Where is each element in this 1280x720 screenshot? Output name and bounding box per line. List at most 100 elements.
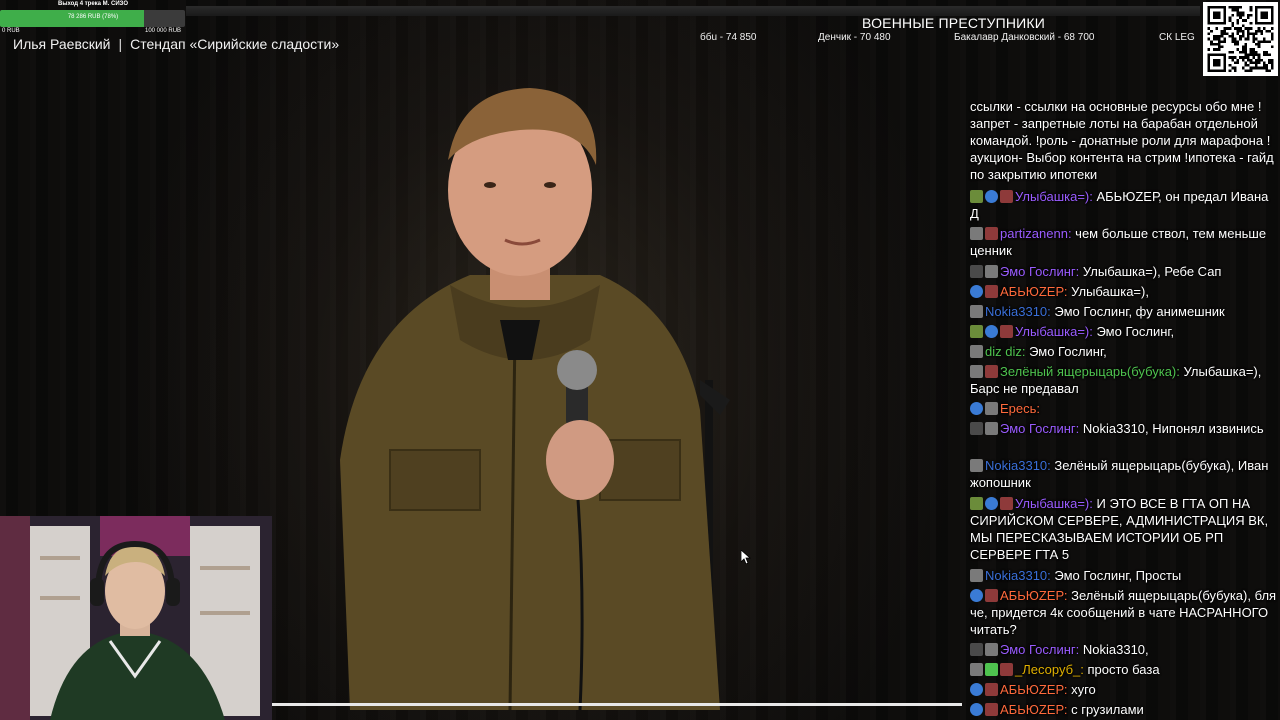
chat-message: partizanenn: чем больше ствол, тем меньш… — [970, 225, 1278, 259]
chat-badge-icon — [970, 569, 983, 582]
chat-nickname[interactable]: partizanenn: — [1000, 226, 1075, 241]
chat-message-text: Эмо Гослинг, Просты — [1054, 568, 1182, 583]
chat-message: Улыбашка=): АБЬЮZЕР, он предал Ивана Д — [970, 188, 1278, 222]
donation-goal-max: 100 000 RUB — [145, 28, 182, 34]
chat-badge-icon — [1000, 325, 1013, 338]
chat-nickname[interactable]: Ересь: — [1000, 401, 1040, 416]
chat-message-text: Эмо Гослинг, — [1029, 344, 1107, 359]
chat-badge-icon — [970, 589, 983, 602]
chat-badge-icon — [985, 663, 998, 676]
chat-message-text: ссылки - ссылки на основные ресурсы обо … — [970, 99, 1274, 182]
chat-badge-icon — [970, 703, 983, 716]
chat-badge-icon — [985, 227, 998, 240]
donation-goal-title: Выход 4 трека М. СИЗО — [58, 1, 128, 7]
chat-badge-icon — [970, 497, 983, 510]
chat-badge-icon — [1000, 663, 1013, 676]
chat-nickname[interactable]: АБЬЮZЕР: — [1000, 284, 1071, 299]
stream-title-bar: Илья Раевский | Стендап «Сирийские сладост… — [13, 36, 339, 52]
chat-badge-icon — [970, 265, 983, 278]
donor-entry: Бакалавр Данковский - 68 700 — [954, 32, 1095, 43]
chat-nickname[interactable]: diz diz: — [985, 344, 1029, 359]
chat-nickname[interactable]: АБЬЮZЕР: — [1000, 588, 1071, 603]
chat-message: Nokia3310: Зелёный ящерыцарь(бубука), Ив… — [970, 457, 1278, 491]
chat-message: Улыбашка=): И ЭТО ВСЕ В ГТА ОП НА СИРИЙС… — [970, 495, 1278, 563]
chat-badge-icon — [970, 365, 983, 378]
chat-message: АБЬЮZЕР: с грузилами — [970, 701, 1278, 718]
chat-message: diz diz: Эмо Гослинг, — [970, 343, 1278, 360]
chat-badge-icon — [970, 285, 983, 298]
chat-message: Nokia3310: Эмо Гослинг, Просты — [970, 567, 1278, 584]
video-seek-bar[interactable] — [272, 703, 962, 706]
chat-badge-icon — [985, 365, 998, 378]
chat-nickname[interactable]: Эмо Гослинг: — [1000, 264, 1083, 279]
chat-badge-icon — [985, 589, 998, 602]
chat-badge-icon — [985, 265, 998, 278]
chat-badge-icon — [970, 683, 983, 696]
chat-badge-icon — [1000, 497, 1013, 510]
chat-nickname[interactable]: Nokia3310: — [985, 568, 1054, 583]
chat-nickname[interactable]: Nokia3310: — [985, 458, 1054, 473]
chat-badge-icon — [970, 190, 983, 203]
chat-badge-icon — [970, 325, 983, 338]
chat-nickname[interactable]: Улыбашка=): — [1015, 496, 1096, 511]
chat-message: _Лесоруб_: просто база — [970, 661, 1278, 678]
donation-goal-value: 78 286 RUB (78%) — [67, 14, 119, 20]
chat-badge-icon — [970, 402, 983, 415]
chat-badge-icon — [985, 683, 998, 696]
top-overlay-strip — [186, 6, 1200, 16]
chat-nickname[interactable]: Зелёный ящерыцарь(бубука): — [1000, 364, 1184, 379]
chat-nickname[interactable]: Эмо Гослинг: — [1000, 421, 1083, 436]
donation-goal-min: 0 RUB — [2, 28, 20, 34]
stream-title: Стендап «Сирийские сладости» — [130, 36, 340, 52]
chat-badge-icon — [970, 459, 983, 472]
qr-code — [1203, 2, 1278, 76]
chat-message-text: Улыбашка=), — [1071, 284, 1149, 299]
chat-nickname[interactable]: АБЬЮZЕР: — [1000, 702, 1071, 717]
chat-message-text: Улыбашка=), Ребе Сап — [1082, 264, 1222, 279]
donor-entry: Денчик - 70 480 — [818, 32, 891, 43]
chat-badge-icon — [970, 227, 983, 240]
chat-badge-icon — [985, 497, 998, 510]
chat-nickname[interactable]: АБЬЮZЕР: — [1000, 682, 1071, 697]
chat-message: Эмо Гослинг: Улыбашка=), Ребе Сап — [970, 263, 1278, 280]
chat-badge-icon — [985, 402, 998, 415]
performer-video-frame — [300, 80, 760, 711]
chat-message-text: с грузилами — [1071, 702, 1144, 717]
chat-nickname[interactable]: Улыбашка=): — [1015, 324, 1096, 339]
chat-message: Эмо Гослинг: Nokia3310, — [970, 641, 1278, 658]
chat-badge-icon — [985, 643, 998, 656]
chat-message-text: Эмо Гослинг, фу анимешник — [1054, 304, 1225, 319]
chat-message: АБЬЮZЕР: Зелёный ящерыцарь(бубука), бля … — [970, 587, 1278, 638]
chat-badge-icon — [970, 345, 983, 358]
chat-message: Улыбашка=): Эмо Гослинг, — [970, 323, 1278, 340]
chat-message: Эмо Гослинг: Nokia3310, Нипонял извинись — [970, 420, 1278, 437]
mouse-cursor-icon — [741, 550, 751, 564]
chat-nickname[interactable]: Улыбашка=): — [1015, 189, 1096, 204]
chat-badge-icon — [985, 285, 998, 298]
chat-message-text: просто база — [1087, 662, 1160, 677]
chat-message: Nokia3310: Эмо Гослинг, фу анимешник — [970, 303, 1278, 320]
title-separator: | — [118, 36, 123, 52]
chat-nickname[interactable]: _Лесоруб_: — [1015, 662, 1088, 677]
chat-message: Ересь: — [970, 400, 1278, 417]
chat-badge-icon — [985, 703, 998, 716]
streamer-name: Илья Раевский — [13, 36, 111, 52]
chat-badge-icon — [985, 190, 998, 203]
chat-message-text: Nokia3310, — [1082, 642, 1149, 657]
chat-message: Зелёный ящерыцарь(бубука): Улыбашка=), Б… — [970, 363, 1278, 397]
chat-nickname[interactable]: Nokia3310: — [985, 304, 1054, 319]
chat-badge-icon — [985, 325, 998, 338]
donation-goal-widget: Выход 4 трека М. СИЗО 78 286 RUB (78%) 0… — [0, 0, 186, 36]
chat-message-text: Nokia3310, Нипонял извинись — [1082, 421, 1264, 436]
chat-message-text: Эмо Гослинг, — [1096, 324, 1175, 339]
chat-nickname[interactable]: Эмо Гослинг: — [1000, 642, 1083, 657]
chat-badge-icon — [970, 643, 983, 656]
streamer-webcam — [0, 516, 272, 720]
donor-entry: СК LEG — [1159, 32, 1195, 43]
chat-message: ссылки - ссылки на основные ресурсы обо … — [970, 98, 1278, 183]
chat-badge-icon — [985, 422, 998, 435]
chat-badge-icon — [970, 663, 983, 676]
donor-board-title: ВОЕННЫЕ ПРЕСТУПНИКИ — [862, 15, 1046, 31]
chat-message: АБЬЮZЕР: хуго — [970, 681, 1278, 698]
chat-message-text: хуго — [1071, 682, 1096, 697]
